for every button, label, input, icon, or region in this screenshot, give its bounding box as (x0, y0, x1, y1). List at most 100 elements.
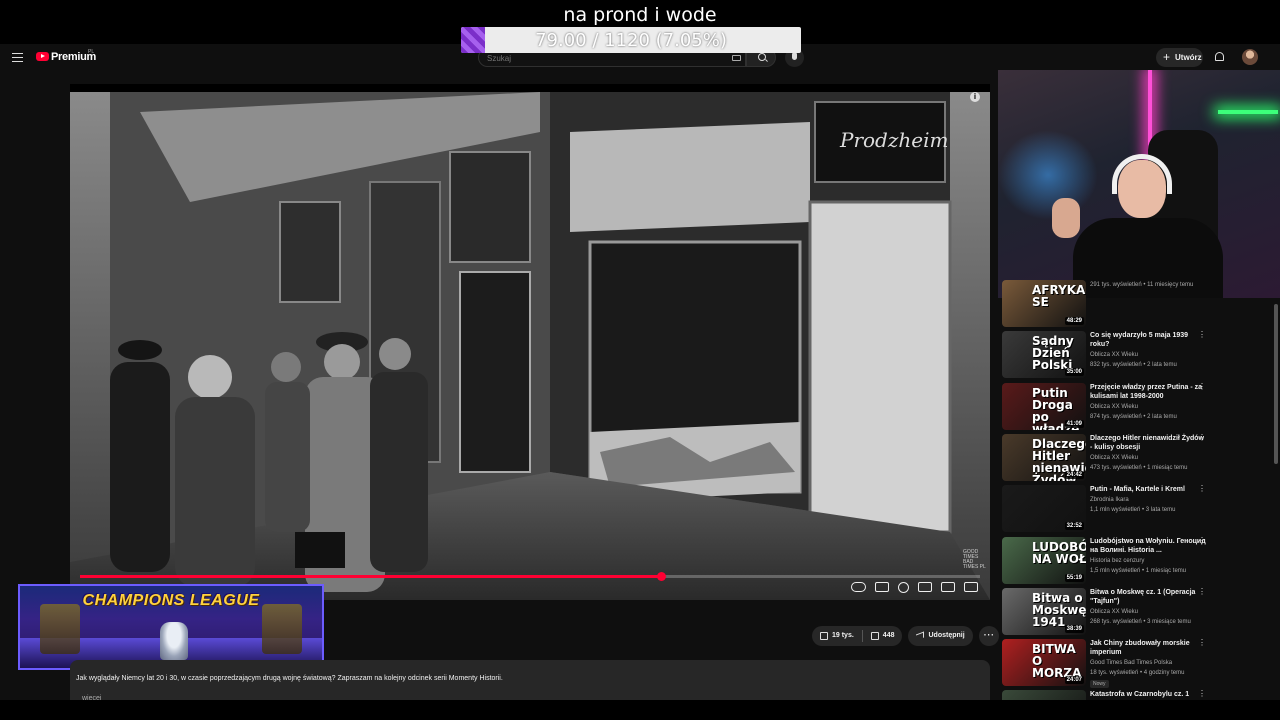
more-vertical-icon[interactable]: ⋮ (1198, 536, 1206, 549)
recommendation-thumbnail[interactable]: Sądny Dzień Polski 35:00 (1002, 331, 1086, 379)
share-button[interactable]: Udostępnij (908, 626, 973, 646)
dislike-count: 448 (882, 632, 895, 639)
more-vertical-icon[interactable]: ⋮ (1198, 485, 1206, 497)
recommendation-thumbnail[interactable]: Bitwa o Moskwę 1941 38:39 (1002, 587, 1086, 635)
trophy-icon (160, 622, 188, 660)
more-vertical-icon[interactable]: ⋮ (1198, 587, 1206, 600)
scrollbar-thumb[interactable] (1274, 304, 1278, 464)
logo-country-code: PL (88, 49, 95, 55)
donation-title: na prond i wode (563, 4, 717, 26)
champions-league-overlay: CHAMPIONS LEAGUE (18, 584, 324, 670)
video-duration: 32:52 (1064, 522, 1084, 531)
recommendation-thumbnail[interactable]: BITWA O MORZA 24:07 (1002, 639, 1086, 687)
more-vertical-icon[interactable]: ⋮ (1198, 331, 1206, 343)
recommendation-thumbnail[interactable]: AFRYKA SE 48:29 (1002, 280, 1086, 327)
thumbnail-caption: BITWA O MORZA (1032, 642, 1082, 681)
recommendation-thumbnail[interactable]: 32:52 (1002, 485, 1086, 533)
video-player[interactable]: Prodzheim i GOOD TIMES BAD TIMES PL (70, 84, 990, 600)
video-duration: 48:29 (1064, 317, 1084, 325)
notifications-bell-icon[interactable] (1215, 52, 1224, 61)
recommendation-channel[interactable]: Zbrodnia Ikara (1090, 497, 1129, 503)
recommendation-channel[interactable]: Good Times Bad Times Polska (1090, 660, 1172, 666)
recommendation-meta: 874 tys. wyświetleń • 2 lata temu (1090, 413, 1177, 420)
video-actions: 19 tys. 448 Udostępnij ⋯ (812, 626, 999, 646)
recommendation-meta: 268 tys. wyświetleń • 3 miesiące temu (1090, 618, 1191, 625)
create-button[interactable]: + Utwórz (1156, 48, 1203, 67)
video-progress-bar[interactable] (80, 572, 980, 581)
plus-icon: + (1163, 50, 1171, 64)
recommendation-item[interactable]: BITWA O MORZA 24:07 Jak Chiny zbudowały mo… (1002, 639, 1222, 689)
video-watermark: GOOD TIMES BAD TIMES PL (963, 549, 986, 570)
more-actions-button[interactable]: ⋯ (978, 626, 999, 646)
recommendation-title[interactable]: Dlaczego Hitler nienawidził Żydów - kuli… (1090, 434, 1208, 452)
thumbnail-caption: LUDOBÓJSTWO NA WOŁ (1032, 539, 1086, 566)
recommendation-thumbnail[interactable]: Putin Droga po władzę 41:09 (1002, 382, 1086, 430)
info-icon[interactable]: i (970, 92, 980, 102)
svg-text:Prodzheim: Prodzheim (839, 128, 948, 152)
recommendation-item[interactable]: Sądny Dzień Polski 35:00 Co się wydarzyło … (1002, 331, 1222, 381)
recommendation-item[interactable]: 32:52 Putin - Mafia, Kartele i Kreml Zbrod… (1002, 485, 1222, 535)
page-scrollbar[interactable] (1274, 44, 1278, 694)
microphone-icon (792, 52, 797, 60)
recommendation-item[interactable]: LUDOBÓJSTWO NA WOŁ 55:19 Ludobójstwo na Wo… (1002, 536, 1222, 587)
youtube-logo-icon[interactable] (36, 52, 49, 61)
thumb-up-icon (820, 632, 828, 640)
overlay-title: CHAMPIONS LEAGUE (82, 592, 260, 609)
recommendation-channel[interactable]: Historia bez cenzury (1090, 558, 1144, 564)
recommendation-title[interactable]: Katastrofa w Czarnobylu cz. 1 (1090, 690, 1208, 699)
miniplayer-icon[interactable] (918, 582, 932, 592)
autoplay-toggle-icon[interactable] (851, 582, 866, 592)
recommendation-item[interactable]: Dlaczego Hitler nienawidził Żydów24:42Dl… (1002, 433, 1222, 484)
recommendation-item[interactable]: Putin Droga po władzę 41:09 Przejęcie wład… (1002, 382, 1222, 433)
video-duration: 24:07 (1064, 676, 1084, 685)
screen: na prond i wode 79.00 / 1120 (7.05%) Pre… (0, 0, 1280, 720)
recommendation-title[interactable]: Jak Chiny zbudowały morskie imperium (1090, 639, 1208, 657)
dislike-button[interactable]: 448 (863, 626, 903, 646)
player-controls (851, 582, 978, 594)
theater-mode-icon[interactable] (941, 582, 955, 592)
overlay-left-statue (40, 604, 80, 654)
recommendation-channel[interactable]: Oblicza XX Wieku (1090, 609, 1138, 615)
new-badge: Nowy (1090, 680, 1109, 689)
recommendation-channel[interactable]: Oblicza XX Wieku (1090, 455, 1138, 461)
recommendation-item[interactable]: Bitwa o Moskwę 1941 38:39 Bitwa o Moskwę c… (1002, 587, 1222, 638)
like-dislike-group: 19 tys. 448 (812, 626, 903, 646)
keyboard-icon[interactable] (732, 55, 741, 61)
streamer-hand (1052, 198, 1080, 238)
more-vertical-icon[interactable]: ⋮ (1198, 639, 1206, 651)
recommendation-thumbnail[interactable]: Dlaczego Hitler nienawidził Żydów24:42 (1002, 433, 1086, 481)
recommendation-item[interactable]: AFRYKA SE 48:29 291 tys. wyświetleń • 11 m… (1002, 280, 1222, 330)
like-button[interactable]: 19 tys. (812, 626, 862, 646)
thumbnail-caption: Sądny Dzień Polski (1032, 334, 1074, 373)
video-progress-fill (80, 575, 661, 578)
hamburger-menu-icon[interactable] (12, 53, 23, 62)
recommendation-channel[interactable]: Oblicza XX Wieku (1090, 352, 1138, 358)
create-label: Utwórz (1175, 53, 1202, 62)
avatar[interactable] (1242, 49, 1258, 65)
fullscreen-icon[interactable] (964, 582, 978, 592)
recommendation-title[interactable]: Bitwa o Moskwę cz. 1 (Operacja "Tajfun") (1090, 588, 1208, 606)
video-duration: 35:00 (1064, 368, 1084, 377)
video-scrubber-handle[interactable] (656, 572, 666, 581)
thumbnail-caption: AFRYKA SE (1032, 283, 1086, 309)
recommendation-title[interactable]: Ludobójstwo na Wołyniu. Геноцид на Волин… (1090, 537, 1208, 555)
subtitles-icon[interactable] (875, 582, 889, 592)
like-count: 19 tys. (832, 632, 854, 639)
more-vertical-icon[interactable]: ⋮ (1198, 433, 1206, 446)
recommendation-meta: 291 tys. wyświetleń • 11 miesięcy temu (1090, 282, 1194, 288)
search-icon (758, 53, 766, 61)
recommendation-title[interactable]: Przejęcie władzy przez Putina - za kulis… (1090, 383, 1208, 401)
recommendation-title[interactable]: Putin - Mafia, Kartele i Kreml (1090, 485, 1208, 494)
settings-gear-icon[interactable] (898, 582, 909, 593)
recommendation-thumbnail[interactable]: LUDOBÓJSTWO NA WOŁ 55:19 (1002, 536, 1086, 584)
recommendation-meta: 473 tys. wyświetleń • 1 miesiąc temu (1090, 464, 1188, 471)
recommendation-channel[interactable]: Oblicza XX Wieku (1090, 404, 1138, 410)
description-text: Jak wyglądały Niemcy lat 20 i 30, w czas… (76, 675, 503, 682)
more-vertical-icon[interactable]: ⋮ (1198, 382, 1206, 395)
thumb-down-icon (870, 632, 879, 640)
video-frame[interactable]: Prodzheim (70, 92, 990, 600)
recommendation-meta: 832 tys. wyświetleń • 2 lata temu (1090, 362, 1177, 369)
streamer-webcam (998, 70, 1280, 298)
recommendation-title[interactable]: Co się wydarzyło 5 maja 1939 roku? (1090, 331, 1208, 349)
search-input[interactable] (487, 51, 717, 65)
